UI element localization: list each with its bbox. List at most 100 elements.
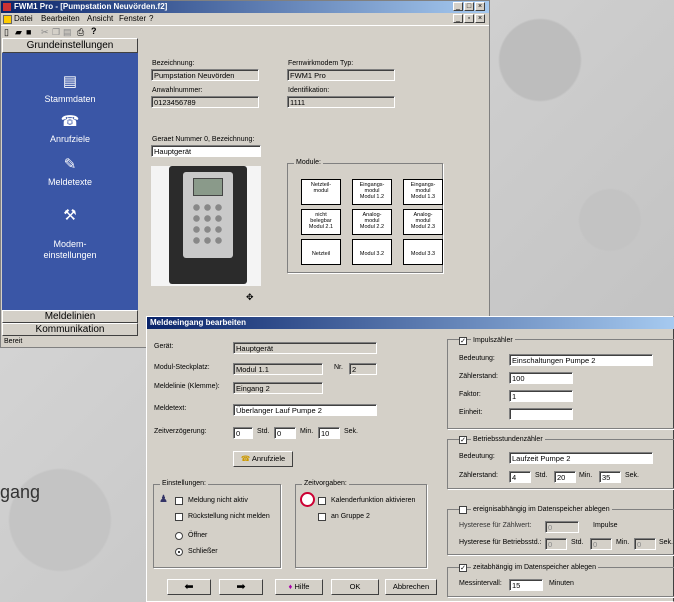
meldeeingang-dialog: Meldeeingang bearbeiten Gerät: Hauptgerä… bbox=[146, 316, 674, 602]
dialog-title-bar[interactable]: Meldeeingang bearbeiten bbox=[147, 317, 674, 329]
zeitverz-seconds-field[interactable]: 10 bbox=[318, 427, 340, 439]
bezeichnung-field[interactable]: Pumpstation Neuvörden bbox=[151, 69, 259, 81]
forward-button[interactable]: ➡ bbox=[219, 579, 263, 595]
module-slot[interactable]: Eingangs- modul Modul 1.2 bbox=[352, 179, 392, 205]
sidebar-item-meldelinien[interactable]: Meldelinien bbox=[2, 310, 138, 323]
zeitabh-checkbox[interactable]: ✓ bbox=[459, 564, 467, 572]
background-text: gang bbox=[0, 482, 41, 502]
betrieb-checkbox[interactable]: ✓ bbox=[459, 436, 467, 444]
phone-icon: ☎ bbox=[60, 113, 80, 130]
menu-fenster[interactable]: Fenster bbox=[119, 14, 146, 23]
save-icon[interactable]: ■ bbox=[26, 27, 31, 37]
hyst-seconds-unit: Sek. bbox=[659, 539, 674, 546]
anwahl-field[interactable]: 0123456789 bbox=[151, 96, 259, 108]
ereignis-checkbox[interactable] bbox=[459, 506, 467, 514]
module-slot[interactable]: Netzteil- modul bbox=[301, 179, 341, 205]
messintervall-field[interactable]: 15 bbox=[509, 579, 543, 591]
schliesser-label: Schließer bbox=[188, 548, 218, 555]
schliesser-radio[interactable] bbox=[175, 548, 183, 556]
copy-icon[interactable]: ❐ bbox=[52, 27, 60, 38]
impuls-faktor-field[interactable]: 1 bbox=[509, 390, 573, 402]
print-icon[interactable]: ⎙ bbox=[77, 27, 84, 38]
meldetext-field[interactable]: Überlanger Lauf Pumpe 2 bbox=[233, 404, 377, 416]
betrieb-minutes-field[interactable]: 20 bbox=[554, 471, 576, 483]
mdi-restore-icon[interactable]: ▫ bbox=[464, 14, 474, 23]
new-icon[interactable]: ▯ bbox=[4, 27, 9, 38]
paste-icon[interactable]: ▤ bbox=[63, 27, 72, 38]
module-slot[interactable]: Modul 3.3 bbox=[403, 239, 443, 265]
oeffner-radio[interactable] bbox=[175, 532, 183, 540]
modem-typ-field[interactable]: FWM1 Pro bbox=[287, 69, 395, 81]
hyst-hours-field[interactable]: 0 bbox=[545, 538, 567, 550]
menu-help[interactable]: ? bbox=[149, 14, 153, 23]
anrufziele-button[interactable]: ☎ Anrufziele bbox=[233, 451, 293, 467]
menu-datei[interactable]: Datei bbox=[14, 14, 33, 23]
dialog-title: Meldeeingang bearbeiten bbox=[150, 318, 247, 327]
betrieb-seconds-field[interactable]: 35 bbox=[599, 471, 621, 483]
ok-button[interactable]: OK bbox=[331, 579, 379, 595]
betrieb-hours-field[interactable]: 4 bbox=[509, 471, 531, 483]
title-bar[interactable]: FWM1 Pro - [Pumpstation Neuvörden.f2] _ … bbox=[1, 1, 489, 13]
module-slot[interactable]: Netzteil bbox=[301, 239, 341, 265]
oeffner-label: Öffner bbox=[188, 532, 208, 539]
module-slot[interactable]: Modul 3.2 bbox=[352, 239, 392, 265]
zeitverz-minutes-field[interactable]: 0 bbox=[274, 427, 296, 439]
info-icon: ♟ bbox=[159, 494, 168, 505]
nr-field[interactable]: 2 bbox=[349, 363, 377, 375]
impuls-bedeutung-label: Bedeutung: bbox=[459, 355, 495, 362]
geraet-name-field[interactable]: Hauptgerät bbox=[151, 145, 261, 157]
impuls-bedeutung-field[interactable]: Einschaltungen Pumpe 2 bbox=[509, 354, 653, 366]
bezeichnung-label: Bezeichnung: bbox=[152, 60, 195, 67]
impuls-zaehlerstand-field[interactable]: 100 bbox=[509, 372, 573, 384]
meldung-nicht-aktiv-checkbox[interactable] bbox=[175, 497, 183, 505]
ident-field[interactable]: 1111 bbox=[287, 96, 395, 108]
rueckstellung-checkbox[interactable] bbox=[175, 513, 183, 521]
cut-icon[interactable]: ✂ bbox=[41, 27, 49, 38]
menu-bearbeiten[interactable]: Bearbeiten bbox=[41, 14, 80, 23]
module-slot[interactable]: Analog- modul Modul 2.2 bbox=[352, 209, 392, 235]
gruppe-checkbox[interactable] bbox=[318, 513, 326, 521]
menu-ansicht[interactable]: Ansicht bbox=[87, 14, 113, 23]
meldetext-label: Meldetext: bbox=[154, 405, 187, 412]
maximize-icon[interactable]: □ bbox=[464, 2, 474, 11]
betrieb-bedeutung-field[interactable]: Laufzeit Pumpe 2 bbox=[509, 452, 653, 464]
hyst-betrieb-label: Hysterese für Betriebsstd.: bbox=[459, 539, 542, 546]
impuls-einheit-field[interactable] bbox=[509, 408, 573, 420]
gruppe-label: an Gruppe 2 bbox=[331, 513, 370, 520]
window-controls[interactable]: _ □ × bbox=[453, 2, 487, 12]
module-slot[interactable]: Analog- modul Modul 2.3 bbox=[403, 209, 443, 235]
help-button[interactable]: ♦ Hilfe bbox=[275, 579, 323, 595]
sidebar-header-grundeinstellungen[interactable]: Grundeinstellungen bbox=[2, 38, 138, 53]
mdi-close-icon[interactable]: × bbox=[475, 14, 485, 23]
close-icon[interactable]: × bbox=[475, 2, 485, 11]
hyst-seconds-field[interactable]: 0 bbox=[634, 538, 656, 550]
mdi-minimize-icon[interactable]: _ bbox=[453, 14, 463, 23]
sidebar-item-kommunikation[interactable]: Kommunikation bbox=[2, 323, 138, 336]
module-slot[interactable]: nicht belegbar Modul 2.1 bbox=[301, 209, 341, 235]
kalender-checkbox[interactable] bbox=[318, 497, 326, 505]
betrieb-minutes-unit: Min. bbox=[579, 472, 593, 479]
sidebar-item-label: Stammdaten bbox=[44, 94, 96, 104]
betrieb-hours-unit: Std. bbox=[535, 472, 548, 479]
zeitabh-label: zeitabhängig im Datenspeicher ablegen bbox=[471, 564, 598, 571]
steckplatz-field[interactable]: Modul 1.1 bbox=[233, 363, 323, 375]
open-icon[interactable]: ▰ bbox=[15, 27, 22, 38]
geraet-field[interactable]: Hauptgerät bbox=[233, 342, 377, 354]
impuls-zaehlerstand-label: Zählerstand: bbox=[459, 373, 498, 380]
sidebar-item-anrufziele[interactable]: ☎ Anrufziele bbox=[2, 113, 138, 144]
zeitverz-hours-field[interactable]: 0 bbox=[233, 427, 253, 439]
sidebar-item-meldetexte[interactable]: ✎ Meldetexte bbox=[2, 156, 138, 187]
sidebar-item-stammdaten[interactable]: ▤ Stammdaten bbox=[2, 73, 138, 104]
help-icon[interactable]: ? bbox=[91, 26, 97, 36]
hyst-zaehl-field[interactable]: 0 bbox=[545, 521, 579, 533]
sidebar-item-modem[interactable]: ⚒ Modem- einstellungen bbox=[2, 196, 138, 261]
steckplatz-label: Modul-Steckplatz: bbox=[154, 364, 210, 371]
hyst-minutes-field[interactable]: 0 bbox=[590, 538, 612, 550]
minimize-icon[interactable]: _ bbox=[453, 2, 463, 11]
module-slot[interactable]: Eingangs- modul Modul 1.3 bbox=[403, 179, 443, 205]
mdi-controls[interactable]: _ ▫ × bbox=[453, 14, 487, 23]
back-button[interactable]: ⬅ bbox=[167, 579, 211, 595]
cancel-button[interactable]: Abbrechen bbox=[385, 579, 437, 595]
impuls-checkbox[interactable]: ✓ bbox=[459, 337, 467, 345]
meldelinie-field[interactable]: Eingang 2 bbox=[233, 382, 323, 394]
